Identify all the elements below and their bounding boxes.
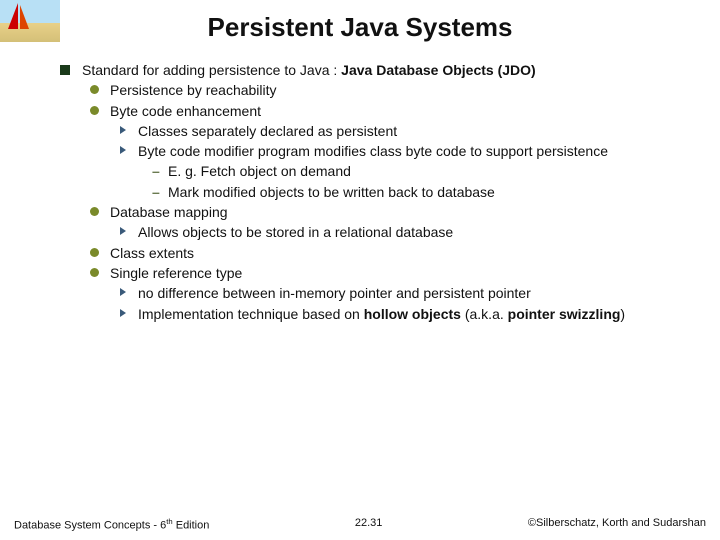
slide-footer: Database System Concepts - 6th Edition 2… <box>0 517 720 532</box>
bullet-l2: Byte code enhancement <box>90 101 700 121</box>
text: Implementation technique based on <box>138 306 364 322</box>
slide-content: Standard for adding persistence to Java … <box>60 60 700 324</box>
bullet-l3: Classes separately declared as persisten… <box>120 121 700 141</box>
footer-right: ©Silberschatz, Korth and Sudarshan <box>528 517 706 532</box>
text-bold: pointer swizzling <box>508 306 621 322</box>
bullet-l4: Mark modified objects to be written back… <box>152 182 700 202</box>
text: Edition <box>173 520 210 532</box>
bullet-l2: Class extents <box>90 243 700 263</box>
bullet-l3: Implementation technique based on hollow… <box>120 304 700 324</box>
text: Standard for adding persistence to Java … <box>82 62 341 78</box>
footer-center: 22.31 <box>355 517 383 532</box>
text: Database System Concepts - 6 <box>14 520 166 532</box>
bullet-l2: Persistence by reachability <box>90 80 700 100</box>
text-bold: hollow objects <box>364 306 461 322</box>
bullet-l4: E. g. Fetch object on demand <box>152 161 700 181</box>
bullet-l1: Standard for adding persistence to Java … <box>60 60 700 80</box>
text-bold: Java Database Objects (JDO) <box>341 62 536 78</box>
bullet-l3: no difference between in-memory pointer … <box>120 283 700 303</box>
text: ) <box>620 306 625 322</box>
bullet-l3: Allows objects to be stored in a relatio… <box>120 222 700 242</box>
footer-left: Database System Concepts - 6th Edition <box>14 517 209 532</box>
bullet-l2: Single reference type <box>90 263 700 283</box>
text: (a.k.a. <box>461 306 508 322</box>
slide-thumbnail <box>0 0 60 42</box>
bullet-l2: Database mapping <box>90 202 700 222</box>
bullet-l3: Byte code modifier program modifies clas… <box>120 141 700 161</box>
slide-title: Persistent Java Systems <box>0 0 720 43</box>
